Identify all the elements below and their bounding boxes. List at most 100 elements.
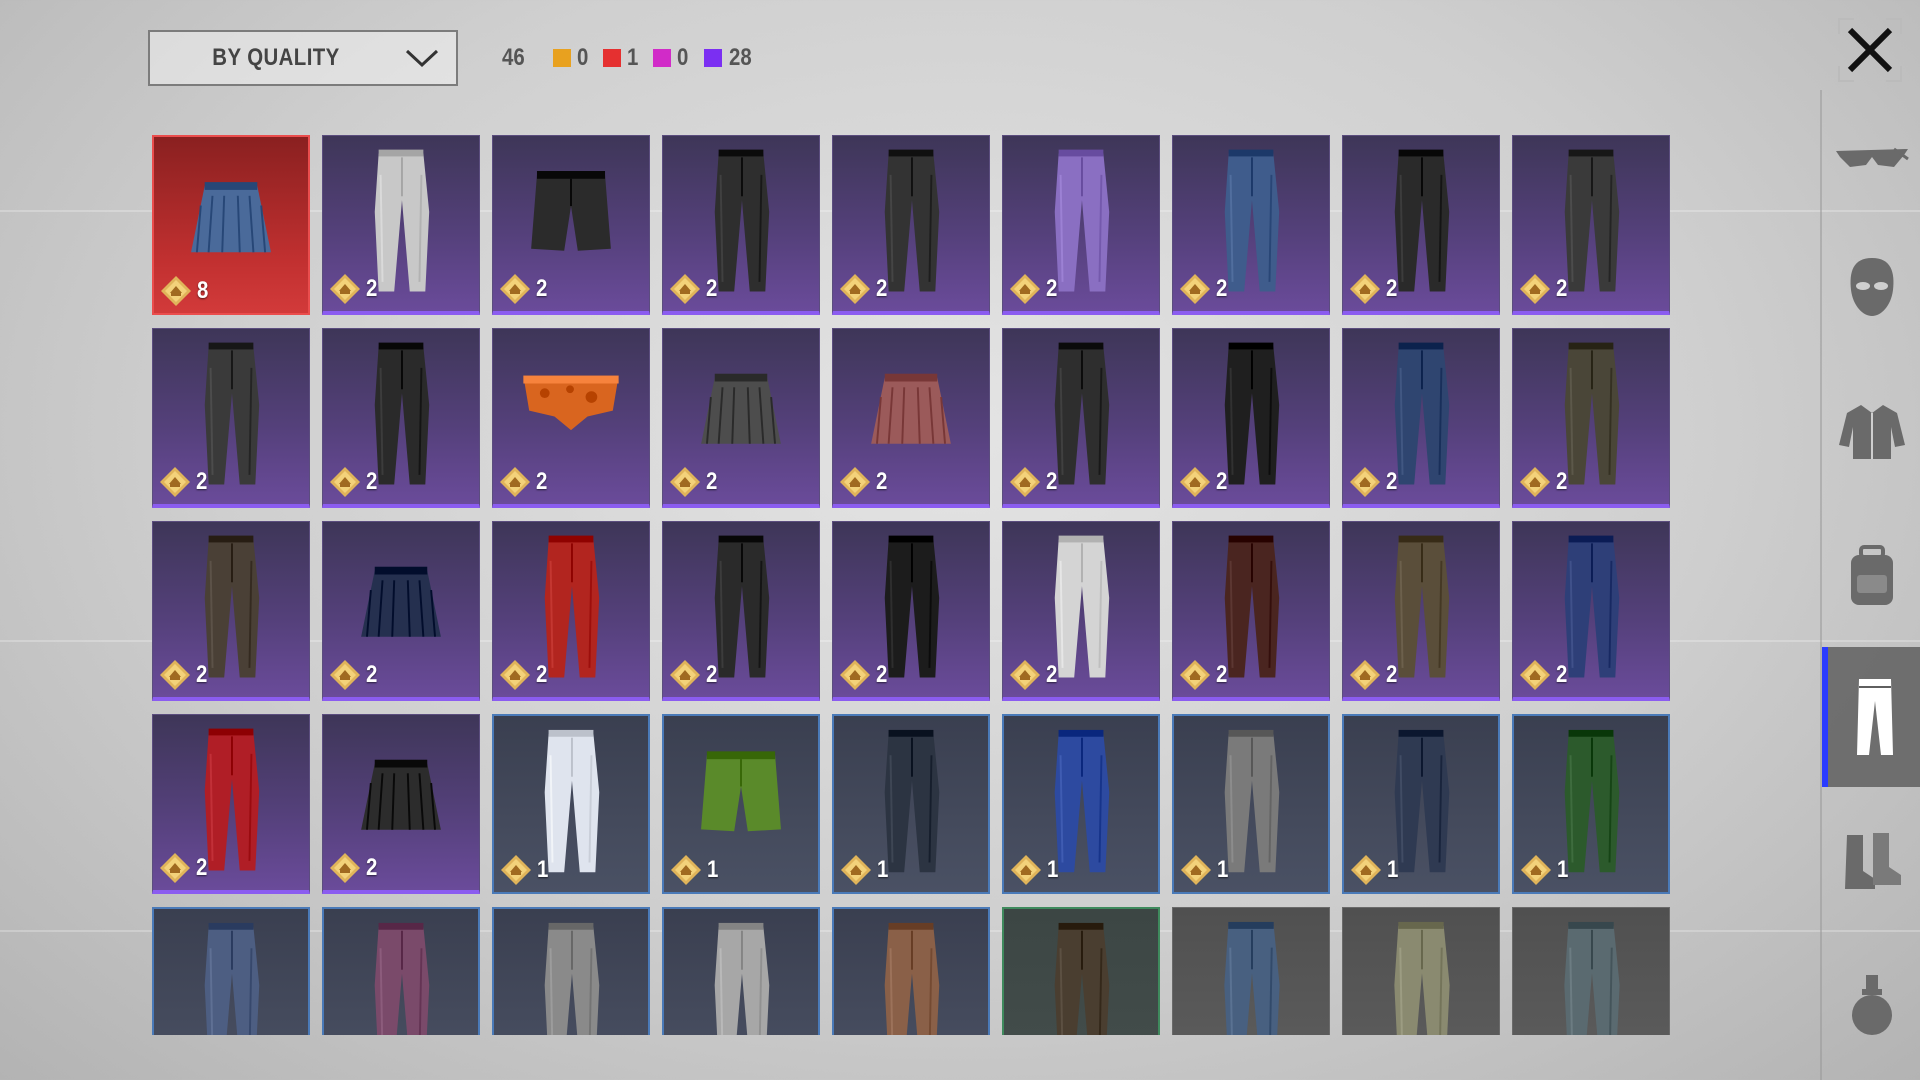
item-slot[interactable]: 2 bbox=[1002, 521, 1160, 701]
item-slot[interactable]: 1 bbox=[1172, 714, 1330, 894]
item-slot[interactable] bbox=[1172, 907, 1330, 1035]
item-slot[interactable]: 2 bbox=[662, 521, 820, 701]
item-cost-value: 2 bbox=[1386, 468, 1398, 495]
item-slot[interactable]: 2 bbox=[1512, 521, 1670, 701]
item-slot[interactable]: 2 bbox=[152, 521, 310, 701]
item-slot[interactable]: 2 bbox=[1342, 521, 1500, 701]
close-button[interactable] bbox=[1838, 18, 1902, 82]
coupon-icon bbox=[1010, 660, 1040, 690]
item-slot[interactable]: 2 bbox=[1512, 328, 1670, 508]
item-cost: 2 bbox=[499, 659, 548, 691]
item-slot[interactable]: 2 bbox=[322, 135, 480, 315]
item-slot[interactable]: 2 bbox=[1172, 521, 1330, 701]
item-slot[interactable] bbox=[1002, 907, 1160, 1035]
grenade-icon bbox=[1852, 975, 1892, 1035]
item-cost: 1 bbox=[1010, 854, 1059, 886]
item-slot[interactable]: 2 bbox=[1342, 135, 1500, 315]
tab-eyewear[interactable] bbox=[1822, 90, 1920, 230]
item-cost: 2 bbox=[329, 852, 378, 884]
item-cost: 1 bbox=[1520, 854, 1569, 886]
item-cost-value: 2 bbox=[536, 661, 548, 688]
quality-count-red: 1 bbox=[603, 44, 639, 72]
item-cost: 2 bbox=[669, 659, 718, 691]
mask-icon bbox=[1850, 258, 1894, 316]
glasses-icon bbox=[1836, 147, 1909, 167]
item-cost-value: 2 bbox=[366, 854, 378, 881]
item-slot[interactable]: 2 bbox=[1342, 328, 1500, 508]
item-cost-value: 1 bbox=[1557, 856, 1569, 883]
item-slot[interactable]: 2 bbox=[492, 328, 650, 508]
item-slot[interactable]: 2 bbox=[662, 328, 820, 508]
item-cost: 1 bbox=[670, 854, 719, 886]
item-slot[interactable]: 1 bbox=[492, 714, 650, 894]
item-slot[interactable]: 2 bbox=[832, 328, 990, 508]
item-slot[interactable]: 2 bbox=[1172, 328, 1330, 508]
item-slot[interactable] bbox=[832, 907, 990, 1035]
quality-count-value: 1 bbox=[627, 44, 639, 71]
item-slot[interactable] bbox=[152, 907, 310, 1035]
item-cost: 2 bbox=[329, 273, 378, 305]
item-slot[interactable] bbox=[322, 907, 480, 1035]
tab-grenade[interactable] bbox=[1822, 936, 1920, 1076]
coupon-icon bbox=[840, 467, 870, 497]
pants-icon bbox=[1224, 921, 1280, 1035]
item-slot[interactable]: 2 bbox=[832, 135, 990, 315]
item-slot[interactable]: 2 bbox=[322, 521, 480, 701]
item-slot[interactable] bbox=[492, 907, 650, 1035]
item-cost: 2 bbox=[1179, 466, 1228, 498]
coupon-icon bbox=[1521, 855, 1551, 885]
item-slot[interactable]: 2 bbox=[322, 714, 480, 894]
item-cost: 2 bbox=[159, 852, 208, 884]
item-slot[interactable]: 2 bbox=[152, 328, 310, 508]
item-slot[interactable]: 1 bbox=[662, 714, 820, 894]
item-cost: 2 bbox=[1519, 659, 1568, 691]
item-slot[interactable]: 2 bbox=[662, 135, 820, 315]
item-slot[interactable] bbox=[1342, 907, 1500, 1035]
item-cost-value: 1 bbox=[537, 856, 549, 883]
item-cost: 2 bbox=[839, 273, 888, 305]
item-cost: 2 bbox=[1179, 273, 1228, 305]
sort-dropdown[interactable]: BY QUALITY bbox=[148, 30, 458, 86]
item-cost-value: 2 bbox=[1216, 275, 1228, 302]
item-slot[interactable]: 8 bbox=[152, 135, 310, 315]
item-cost-value: 1 bbox=[707, 856, 719, 883]
quality-count-value: 0 bbox=[576, 44, 589, 71]
item-slot[interactable] bbox=[1512, 907, 1670, 1035]
tab-mask[interactable] bbox=[1822, 217, 1920, 357]
item-slot[interactable]: 1 bbox=[1342, 714, 1500, 894]
tab-boots[interactable] bbox=[1822, 792, 1920, 932]
item-cost: 2 bbox=[159, 466, 208, 498]
item-slot[interactable]: 1 bbox=[832, 714, 990, 894]
item-slot[interactable]: 2 bbox=[1002, 135, 1160, 315]
item-cost: 2 bbox=[329, 466, 378, 498]
item-cost-value: 2 bbox=[366, 468, 378, 495]
total-count: 46 bbox=[502, 44, 525, 71]
item-cost-value: 2 bbox=[1556, 468, 1568, 495]
item-slot[interactable]: 2 bbox=[492, 135, 650, 315]
item-slot[interactable]: 1 bbox=[1002, 714, 1160, 894]
item-slot[interactable] bbox=[662, 907, 820, 1035]
item-slot[interactable]: 2 bbox=[322, 328, 480, 508]
coupon-icon bbox=[841, 855, 871, 885]
item-cost-value: 2 bbox=[1216, 468, 1228, 495]
tab-pants[interactable] bbox=[1822, 647, 1920, 787]
item-cost-value: 2 bbox=[196, 854, 208, 881]
item-slot[interactable]: 2 bbox=[492, 521, 650, 701]
item-slot[interactable]: 2 bbox=[832, 521, 990, 701]
item-cost: 2 bbox=[1349, 273, 1398, 305]
item-slot[interactable]: 2 bbox=[1512, 135, 1670, 315]
tab-backpack[interactable] bbox=[1822, 506, 1920, 646]
item-cost-value: 2 bbox=[1046, 468, 1058, 495]
item-slot[interactable]: 2 bbox=[1172, 135, 1330, 315]
item-cost-value: 2 bbox=[1046, 275, 1058, 302]
item-cost: 1 bbox=[1350, 854, 1399, 886]
item-cost: 2 bbox=[499, 273, 548, 305]
item-cost: 2 bbox=[669, 466, 718, 498]
item-slot[interactable]: 2 bbox=[1002, 328, 1160, 508]
item-cost: 2 bbox=[839, 659, 888, 691]
tab-jacket[interactable] bbox=[1822, 362, 1920, 502]
item-cost-value: 2 bbox=[196, 468, 208, 495]
item-slot[interactable]: 2 bbox=[152, 714, 310, 894]
pants-icon bbox=[1564, 921, 1620, 1035]
item-slot[interactable]: 1 bbox=[1512, 714, 1670, 894]
